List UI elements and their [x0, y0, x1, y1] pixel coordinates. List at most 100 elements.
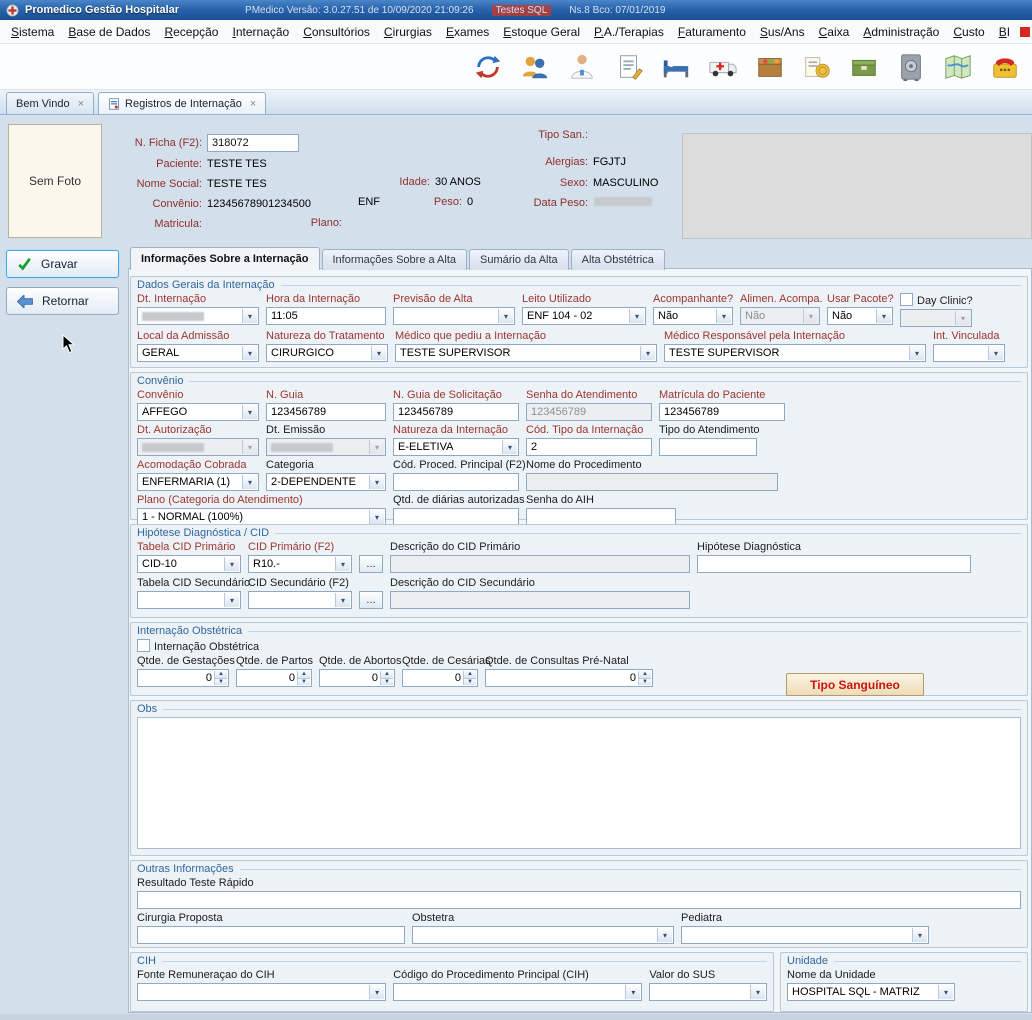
menu-estoque-geral[interactable]: Estoque Geral: [496, 22, 587, 42]
internacao-obstetrica-checkbox[interactable]: [137, 639, 150, 652]
dt-internacao-combo[interactable]: ▾: [137, 307, 259, 325]
senha-atendimento-input[interactable]: 123456789: [526, 403, 652, 421]
doctor-icon[interactable]: [565, 50, 599, 84]
acompanhante-combo[interactable]: Não▾: [653, 307, 733, 325]
convenio-combo[interactable]: AFFEGO▾: [137, 403, 259, 421]
tab-informacoes-alta[interactable]: Informações Sobre a Alta: [322, 249, 468, 270]
menu-consultorios[interactable]: Consultórios: [296, 22, 377, 42]
menu-sus-ans[interactable]: Sus/Ans: [753, 22, 812, 42]
natureza-tratamento-combo[interactable]: CIRURGICO▾: [266, 344, 388, 362]
medico-pediu-combo[interactable]: TESTE SUPERVISOR▾: [395, 344, 657, 362]
clipboard-icon[interactable]: [612, 50, 646, 84]
spinner-arrows-icon[interactable]: ▲▼: [380, 671, 393, 685]
menu-pa-terapias[interactable]: P.A./Terapias: [587, 22, 671, 42]
save-button[interactable]: Gravar: [6, 250, 119, 278]
obs-textarea[interactable]: [137, 717, 1021, 849]
usar-pacote-combo[interactable]: Não▾: [827, 307, 893, 325]
codigo-procedimento-cih-combo[interactable]: ▾: [393, 983, 642, 1001]
phone-icon[interactable]: [988, 50, 1022, 84]
field-cid-secundario-lookup: ...: [359, 577, 383, 609]
matricula-paciente-input[interactable]: 123456789: [659, 403, 785, 421]
spinner-arrows-icon[interactable]: ▲▼: [297, 671, 310, 685]
tabela-cid-primario-combo[interactable]: CID-10▾: [137, 555, 241, 573]
ficha-input[interactable]: 318072: [207, 134, 299, 152]
menu-bi[interactable]: BI: [992, 22, 1017, 42]
descricao-cid-primario-input[interactable]: [390, 555, 690, 573]
menu-cirurgias[interactable]: Cirurgias: [377, 22, 439, 42]
menu-custo[interactable]: Custo: [946, 22, 991, 42]
patients-icon[interactable]: [518, 50, 552, 84]
qtde-partos-spinner[interactable]: 0▲▼: [236, 669, 312, 687]
qtde-consultas-spinner[interactable]: 0▲▼: [485, 669, 653, 687]
valor-sus-combo[interactable]: ▾: [649, 983, 767, 1001]
n-guia-solicitacao-input[interactable]: 123456789: [393, 403, 519, 421]
qtde-abortos-spinner[interactable]: 0▲▼: [319, 669, 395, 687]
categoria-combo[interactable]: 2-DEPENDENTE▾: [266, 473, 386, 491]
obstetra-combo[interactable]: ▾: [412, 926, 674, 944]
menu-administracao[interactable]: Administração: [856, 22, 946, 42]
field-hora-internacao: Hora da Internação 11:05: [266, 293, 386, 327]
ambulance-icon[interactable]: [706, 50, 740, 84]
safe-icon[interactable]: [894, 50, 928, 84]
descricao-cid-secundario-input[interactable]: [390, 591, 690, 609]
chevron-down-icon: ▾: [335, 557, 350, 571]
menu-base-de-dados[interactable]: Base de Dados: [61, 22, 157, 42]
local-admissao-combo[interactable]: GERAL▾: [137, 344, 259, 362]
n-guia-input[interactable]: 123456789: [266, 403, 386, 421]
spinner-arrows-icon[interactable]: ▲▼: [463, 671, 476, 685]
cid-secundario-combo[interactable]: ▾: [248, 591, 352, 609]
cid-primario-lookup-button[interactable]: ...: [359, 555, 383, 573]
cod-tipo-internacao-input[interactable]: 2: [526, 438, 652, 456]
dt-emissao-combo[interactable]: ▾: [266, 438, 386, 456]
int-vinculada-combo[interactable]: ▾: [933, 344, 1005, 362]
cid-primario-combo[interactable]: R10.-▾: [248, 555, 352, 573]
qtde-cesarias-spinner[interactable]: 0▲▼: [402, 669, 478, 687]
cid-secundario-lookup-button[interactable]: ...: [359, 591, 383, 609]
tab-alta-obstetrica[interactable]: Alta Obstétrica: [571, 249, 665, 270]
day-clinic-combo[interactable]: ▾: [900, 309, 972, 327]
alimen-acompa-combo[interactable]: Não▾: [740, 307, 820, 325]
tipo-sanguineo-button[interactable]: Tipo Sanguíneo: [786, 673, 924, 696]
supplies-icon[interactable]: [847, 50, 881, 84]
fonte-remuneracao-cih-combo[interactable]: ▾: [137, 983, 386, 1001]
sync-users-icon[interactable]: [471, 50, 505, 84]
hipotese-diagnostica-input[interactable]: [697, 555, 971, 573]
leito-combo[interactable]: ENF 104 - 02▾: [522, 307, 646, 325]
tab-bem-vindo[interactable]: Bem Vindo ×: [6, 92, 94, 114]
resultado-teste-rapido-input[interactable]: [137, 891, 1021, 909]
tab-sumario-alta[interactable]: Sumário da Alta: [469, 249, 569, 270]
menu-internacao[interactable]: Internação: [225, 22, 296, 42]
billing-icon[interactable]: [800, 50, 834, 84]
natureza-internacao-combo[interactable]: E-ELETIVA▾: [393, 438, 519, 456]
bed-icon[interactable]: [659, 50, 693, 84]
qtde-gestacoes-spinner[interactable]: 0▲▼: [137, 669, 229, 687]
chevron-down-icon: ▾: [909, 346, 924, 360]
acomodacao-cobrada-combo[interactable]: ENFERMARIA (1)▾: [137, 473, 259, 491]
cod-proced-principal-input[interactable]: [393, 473, 519, 491]
medico-responsavel-combo[interactable]: TESTE SUPERVISOR▾: [664, 344, 926, 362]
menu-exames[interactable]: Exames: [439, 22, 496, 42]
menu-recepcao[interactable]: Recepção: [157, 22, 225, 42]
close-icon[interactable]: ×: [78, 98, 84, 110]
spinner-arrows-icon[interactable]: ▲▼: [214, 671, 227, 685]
menu-faturamento[interactable]: Faturamento: [671, 22, 753, 42]
hora-internacao-input[interactable]: 11:05: [266, 307, 386, 325]
tab-registros-internacao[interactable]: Registros de Internação ×: [98, 92, 266, 114]
pediatra-combo[interactable]: ▾: [681, 926, 929, 944]
previsao-alta-combo[interactable]: ▾: [393, 307, 515, 325]
tabela-cid-secundario-combo[interactable]: ▾: [137, 591, 241, 609]
tipo-atendimento-input[interactable]: [659, 438, 757, 456]
stock-crate-icon[interactable]: [753, 50, 787, 84]
cirurgia-proposta-input[interactable]: [137, 926, 405, 944]
menu-caixa[interactable]: Caixa: [812, 22, 857, 42]
spinner-arrows-icon[interactable]: ▲▼: [638, 671, 651, 685]
close-icon[interactable]: ×: [250, 98, 256, 110]
day-clinic-checkbox[interactable]: [900, 293, 913, 306]
menu-sistema[interactable]: Sistema: [4, 22, 61, 42]
tab-informacoes-internacao[interactable]: Informações Sobre a Internação: [130, 247, 320, 270]
return-button[interactable]: Retornar: [6, 287, 119, 315]
dt-autorizacao-combo[interactable]: ▾: [137, 438, 259, 456]
map-icon[interactable]: [941, 50, 975, 84]
nome-procedimento-input[interactable]: [526, 473, 778, 491]
nome-unidade-combo[interactable]: HOSPITAL SQL - MATRIZ▾: [787, 983, 955, 1001]
